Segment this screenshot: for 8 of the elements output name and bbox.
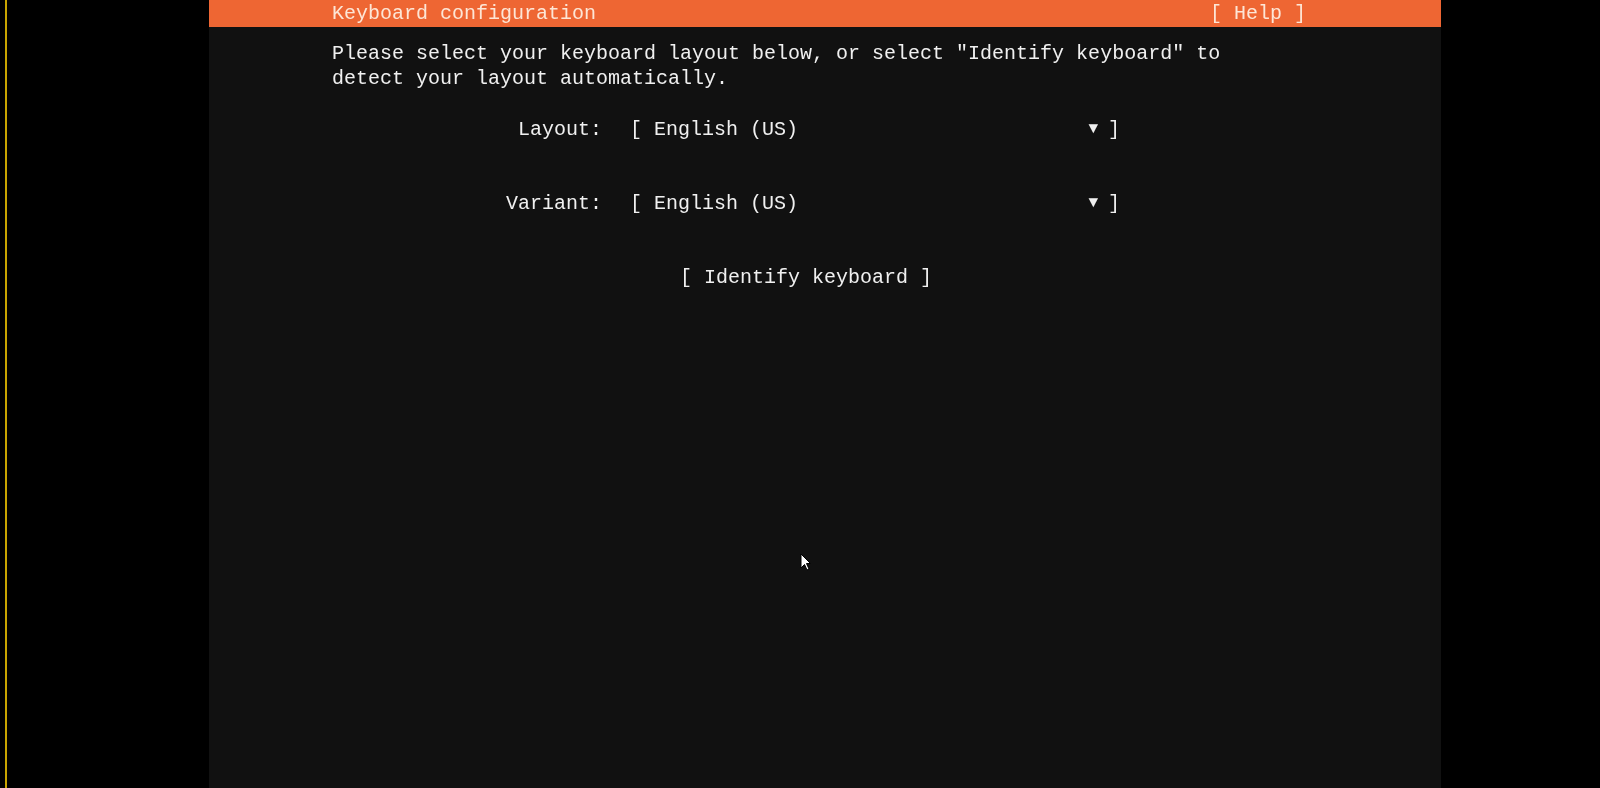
dropdown-field[interactable]: [ English (US) ▼ ]	[630, 117, 1120, 142]
header-title: Keyboard configuration	[332, 0, 597, 27]
intro-text: Please select your keyboard layout below, or select "Identify keyboard" to detect your layout automatically.	[332, 41, 1222, 91]
mouse-pointer-icon	[800, 553, 811, 571]
identify-keyboard-button[interactable]: [ Identify keyboard ]	[680, 265, 933, 290]
dropdown-field[interactable]: [ English (US) ▼ ]	[630, 191, 1120, 216]
field-label: Layout:	[518, 117, 602, 142]
field-label: Variant:	[506, 191, 602, 216]
